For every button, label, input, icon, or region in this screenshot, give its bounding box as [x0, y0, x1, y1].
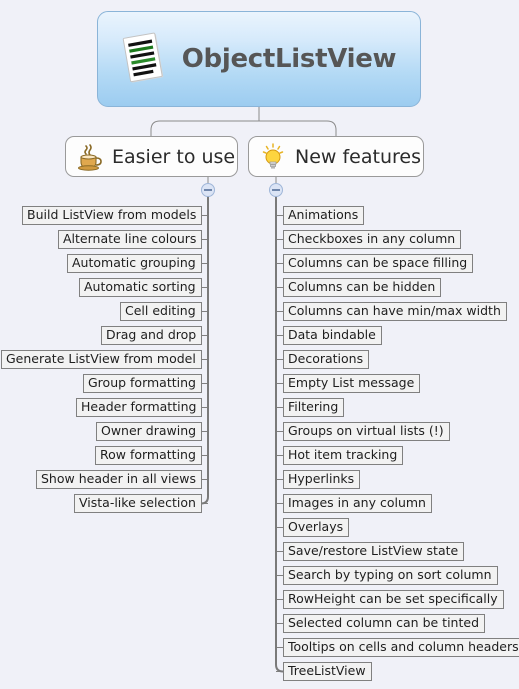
- root-title: ObjectListView: [181, 44, 397, 74]
- document-icon: [122, 32, 168, 86]
- leaf-node[interactable]: Alternate line colours: [58, 230, 202, 249]
- coffee-cup-icon: [77, 143, 103, 171]
- leaf-node[interactable]: Owner drawing: [96, 422, 202, 441]
- leaf-node[interactable]: Generate ListView from model: [1, 350, 202, 369]
- leaf-node[interactable]: Drag and drop: [101, 326, 202, 345]
- branch-node-easier-to-use[interactable]: Easier to use: [65, 136, 238, 177]
- leaf-node[interactable]: Search by typing on sort column: [283, 566, 498, 585]
- leaf-node[interactable]: Checkboxes in any column: [283, 230, 461, 249]
- leaf-node[interactable]: RowHeight can be set specifically: [283, 590, 504, 609]
- leaf-node[interactable]: Images in any column: [283, 494, 432, 513]
- leaf-node[interactable]: Columns can be hidden: [283, 278, 441, 297]
- branch-label-new-features: New features: [295, 145, 421, 168]
- collapse-minus-icon-new-features[interactable]: [269, 183, 283, 197]
- leaf-node[interactable]: Hyperlinks: [283, 470, 360, 489]
- branch-node-new-features[interactable]: New features: [248, 136, 424, 177]
- leaf-node[interactable]: Tooltips on cells and column headers: [283, 638, 519, 657]
- leaf-node[interactable]: Data bindable: [283, 326, 382, 345]
- leaf-node[interactable]: Overlays: [283, 518, 349, 537]
- leaf-node[interactable]: Vista-like selection: [74, 494, 202, 513]
- leaf-node[interactable]: Save/restore ListView state: [283, 542, 464, 561]
- leaf-node[interactable]: Groups on virtual lists (!): [283, 422, 450, 441]
- leaf-node[interactable]: Cell editing: [120, 302, 202, 321]
- leaf-node[interactable]: Filtering: [283, 398, 344, 417]
- leaf-node[interactable]: Columns can be space filling: [283, 254, 473, 273]
- collapse-minus-icon-easier-to-use[interactable]: [201, 183, 215, 197]
- leaf-node[interactable]: TreeListView: [283, 662, 372, 681]
- leaf-node[interactable]: Hot item tracking: [283, 446, 403, 465]
- lightbulb-icon: [260, 142, 286, 171]
- leaf-node[interactable]: Build ListView from models: [22, 206, 202, 225]
- leaf-node[interactable]: Columns can have min/max width: [283, 302, 507, 321]
- leaf-node[interactable]: Empty List message: [283, 374, 420, 393]
- mindmap-canvas: ObjectListView Easier to use New feature…: [0, 0, 519, 689]
- leaf-node[interactable]: Row formatting: [95, 446, 202, 465]
- root-node[interactable]: ObjectListView: [97, 11, 421, 107]
- leaf-node[interactable]: Group formatting: [83, 374, 202, 393]
- branch-label-easier-to-use: Easier to use: [112, 145, 236, 168]
- leaf-node[interactable]: Decorations: [283, 350, 369, 369]
- leaf-node[interactable]: Selected column can be tinted: [283, 614, 485, 633]
- leaf-node[interactable]: Automatic grouping: [67, 254, 202, 273]
- leaf-node[interactable]: Animations: [283, 206, 364, 225]
- leaf-node[interactable]: Show header in all views: [36, 470, 202, 489]
- leaf-node[interactable]: Header formatting: [76, 398, 202, 417]
- leaf-node[interactable]: Automatic sorting: [79, 278, 202, 297]
